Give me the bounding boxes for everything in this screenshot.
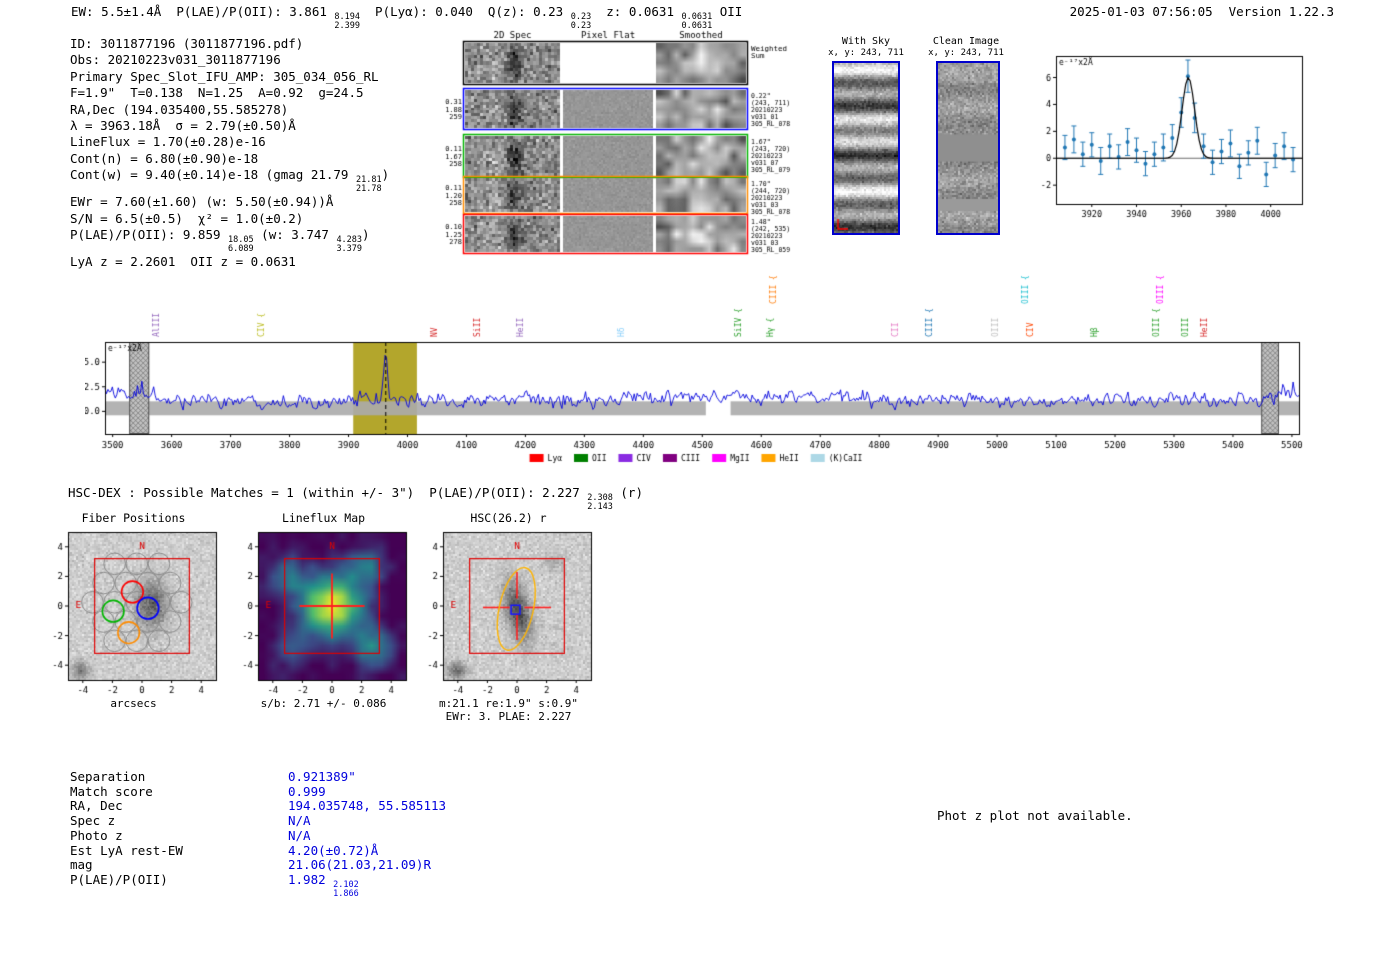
match-value: N/A (288, 827, 311, 843)
info-line: ID: 3011877196 (3011877196.pdf) (70, 36, 304, 51)
info-line: EWr = 7.60(±1.60) (w: 5.50(±0.94))Å (70, 194, 334, 210)
photz-note: Phot z plot not available. (937, 808, 1133, 823)
summary-header: EW: 5.5±1.4Å P(LAE)/P(OII): 3.861 8.194 2… (71, 4, 743, 31)
match-row: Match score 0.999 (70, 783, 446, 800)
timestamp-version: 2025-01-03 07:56:05 Version 1.22.3 (1070, 4, 1334, 19)
version-label: Version 1.22.3 (1228, 4, 1334, 19)
lineflux-xlabel: s/b: 2.71 +/- 0.086 (260, 697, 387, 710)
match-row: Est LyA rest-EW 4.20(±0.72)Å (70, 842, 446, 859)
match-value: 0.921389" (288, 769, 356, 784)
hsc-r-cutout (411, 526, 606, 698)
info-line: RA,Dec (194.035400,55.585278) (70, 101, 289, 117)
match-label: Match score (70, 783, 153, 799)
lineflux-map-title: Lineflux Map (281, 511, 366, 525)
info-line: Cont(n) = 6.80(±0.90)e-18 (70, 150, 259, 166)
match-label: Est LyA rest-EW (70, 842, 183, 858)
info-line: S/N = 6.5(±0.5) χ² = 1.0(±0.2) (70, 210, 304, 226)
match-value: 0.999 (288, 783, 326, 799)
hsc-cutout-title: HSC(26.2) r (470, 511, 547, 525)
full-spectrum-plot (85, 262, 1315, 470)
match-label: Spec z (70, 813, 116, 829)
with-sky-image (832, 61, 900, 235)
match-value: 21.06(21.03,21.09)R (288, 857, 431, 873)
fiber-positions-cutout (36, 526, 231, 698)
match-label: Separation (70, 769, 146, 784)
detection-info-block: ID: 3011877196 (3011877196.pdf) Obs: 2021… (70, 36, 389, 270)
with-sky-coords: x, y: 243, 711 (828, 48, 904, 58)
hsc-xlabel: m:21.1 re:1.9" s:0.9" (438, 697, 579, 710)
lineflux-map-cutout (226, 526, 421, 698)
fiber-xlabel: arcsecs (110, 697, 157, 710)
match-value: 1.982 2.102 1.866 (288, 871, 359, 899)
info-line: Primary Spec_Slot_IFU_AMP: 305_034_056_R… (70, 68, 379, 84)
fiber-positions-title: Fiber Positions (81, 511, 186, 525)
match-label: RA, Dec (70, 798, 123, 814)
match-row: Photo z N/A (70, 827, 446, 844)
info-line: λ = 3963.18Å σ = 2.79(±0.50)Å (70, 118, 296, 134)
hsc-xlabel2: EWr: 3. PLAE: 2.227 (445, 710, 572, 723)
info-line: P(LAE)/P(OII): 9.859 18.05 6.089 (w: 3.74… (70, 226, 370, 254)
match-label: P(LAE)/P(OII) (70, 871, 168, 887)
2d-spec-cutouts-panel (438, 28, 798, 263)
with-sky-title: With Sky (841, 36, 891, 47)
hsc-match-header: HSC-DEX : Possible Matches = 1 (within +… (68, 485, 643, 512)
catalog-match-table: Separation 0.921389" Match score 0.999 RA, D… (70, 769, 446, 899)
clean-image-title: Clean Image (932, 36, 1000, 47)
match-row: Spec z N/A (70, 813, 446, 829)
match-label: Photo z (70, 827, 123, 843)
match-value: N/A (288, 813, 311, 829)
clean-image (936, 61, 1000, 235)
info-line: LineFlux = 1.70(±0.28)e-16 (70, 134, 266, 150)
clean-image-coords: x, y: 243, 711 (928, 48, 1004, 58)
match-row: P(LAE)/P(OII) 1.982 2.102 1.866 (70, 871, 446, 899)
match-row: RA, Dec 194.035748, 55.585113 (70, 799, 446, 814)
match-label: mag (70, 857, 93, 873)
match-row: Separation 0.921389" (70, 769, 446, 785)
elixer-report-page: EW: 5.5±1.4Å P(LAE)/P(OII): 3.861 8.194 2… (0, 0, 1400, 953)
match-row: mag 21.06(21.03,21.09)R (70, 857, 446, 873)
match-value: 194.035748, 55.585113 (288, 798, 447, 814)
timestamp: 2025-01-03 07:56:05 (1069, 4, 1213, 19)
info-line: F=1.9" T=0.138 N=1.25 A=0.92 g=24.5 (70, 85, 364, 101)
info-line: Cont(w) = 9.40(±0.14)e-18 (gmag 21.79 21… (70, 167, 390, 195)
match-value: 4.20(±0.72)Å (288, 842, 379, 858)
info-line: Obs: 20210223v031_3011877196 (70, 52, 281, 68)
line-fit-plot (1032, 42, 1312, 242)
